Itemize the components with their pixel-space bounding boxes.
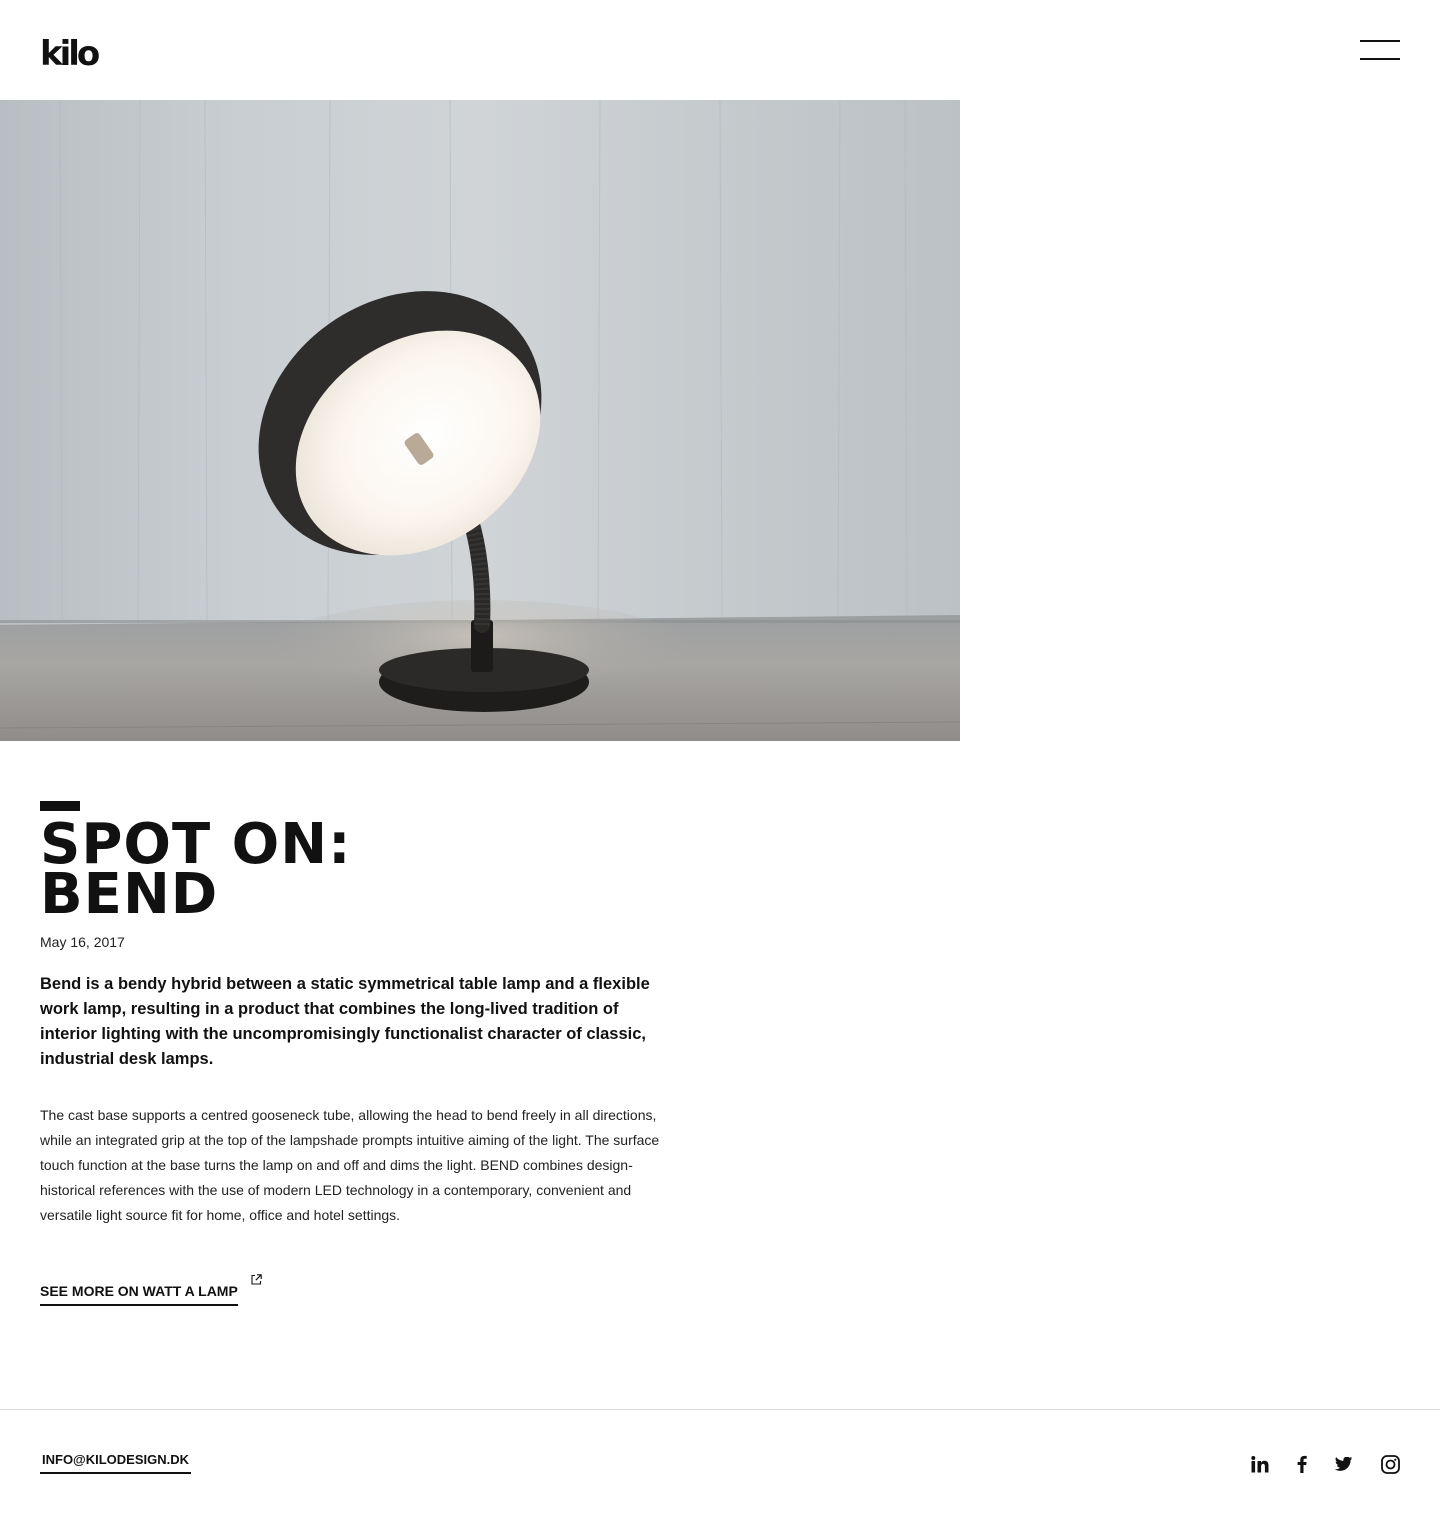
email-link[interactable]: INFO@KILODESIGN.DK bbox=[40, 1452, 192, 1474]
hamburger-menu-icon[interactable] bbox=[1360, 40, 1400, 60]
instagram-icon[interactable] bbox=[1380, 1454, 1400, 1474]
lamp-photo bbox=[0, 100, 960, 741]
post-date: May 16, 2017 bbox=[40, 934, 125, 950]
title-accent-bar bbox=[40, 801, 80, 811]
menu-line bbox=[1360, 40, 1400, 42]
site-header: kilo bbox=[0, 0, 1440, 100]
title-line-2: BEND bbox=[40, 862, 219, 927]
page-title: SPOT ON: BEND bbox=[40, 817, 680, 927]
site-footer: INFO@KILODESIGN.DK bbox=[0, 1409, 1440, 1514]
body-paragraph: The cast base supports a centred goosene… bbox=[40, 1107, 660, 1223]
twitter-icon[interactable] bbox=[1334, 1454, 1354, 1474]
facebook-icon[interactable] bbox=[1292, 1454, 1312, 1474]
hero-image bbox=[0, 100, 960, 741]
external-link-icon[interactable] bbox=[251, 1274, 262, 1285]
menu-line bbox=[1360, 58, 1400, 60]
linkedin-icon[interactable] bbox=[1250, 1454, 1270, 1474]
kilo-logo[interactable]: kilo bbox=[40, 37, 100, 71]
see-more-link[interactable]: SEE MORE ON WATT A LAMP bbox=[40, 1282, 238, 1306]
lead-paragraph: Bend is a bendy hybrid between a static … bbox=[40, 975, 650, 1068]
